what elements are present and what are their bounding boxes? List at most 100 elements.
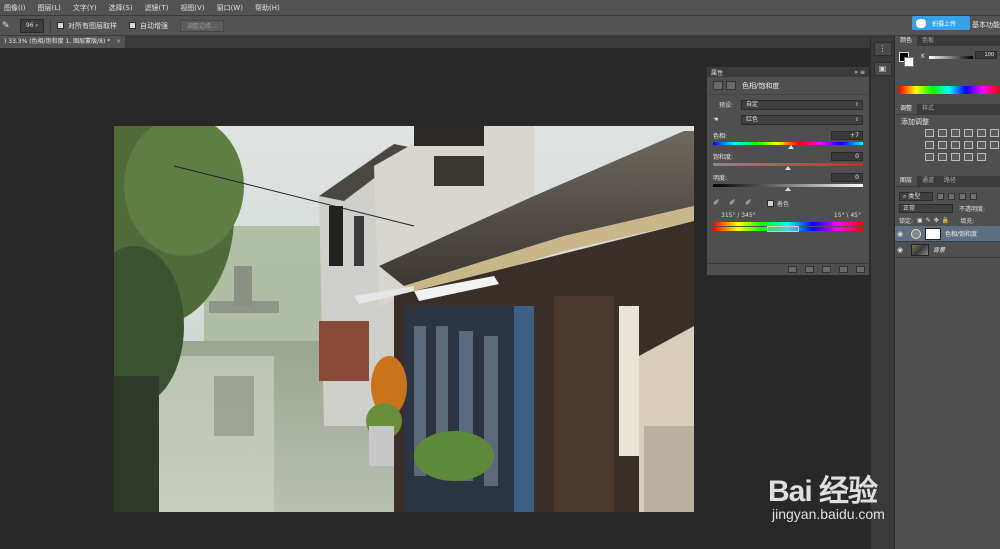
document-tab[interactable]: ) 33.3% (色相/饱和度 1, 图层蒙版/8) * ×: [0, 36, 126, 48]
eyedropper-minus-icon[interactable]: ✐: [745, 198, 755, 208]
saturation-slider[interactable]: [713, 163, 863, 170]
layer-mask-thumbnail[interactable]: [925, 227, 941, 240]
menu-image[interactable]: 图像(I): [0, 3, 32, 13]
eye-icon[interactable]: ◉: [895, 230, 905, 238]
lightness-slider[interactable]: [713, 184, 863, 191]
curves-icon[interactable]: [951, 129, 960, 137]
layer-row-background[interactable]: ◉ 背景: [895, 242, 1000, 258]
fill-label: 填充:: [960, 217, 975, 225]
color-balance-icon[interactable]: [925, 141, 934, 149]
brush-size-value: 96: [25, 22, 34, 29]
channel-select[interactable]: 红色 ⇕: [741, 114, 863, 125]
hue-slider[interactable]: [713, 142, 863, 149]
lightness-input[interactable]: 0: [831, 173, 863, 182]
tab-color[interactable]: 颜色: [895, 36, 918, 46]
filter-type-icon[interactable]: [959, 192, 966, 200]
tab-layers[interactable]: 图层: [895, 176, 918, 186]
channel-mixer-icon[interactable]: [964, 141, 973, 149]
tab-styles[interactable]: 样式: [917, 104, 939, 114]
saturation-slider-thumb[interactable]: [785, 166, 791, 170]
lock-row: 锁定: ▣✎✥🔒 填充:: [895, 214, 1000, 226]
eyedropper-icon[interactable]: ✐: [713, 198, 723, 208]
hue-input[interactable]: +7: [831, 131, 863, 140]
hue-slider-thumb[interactable]: [787, 145, 794, 149]
invert-icon[interactable]: [925, 153, 934, 161]
layer-row-hue-saturation[interactable]: ◉ 色相/饱和度: [895, 226, 1000, 242]
saturation-input[interactable]: 0: [831, 152, 863, 161]
filter-pixel-icon[interactable]: [937, 192, 944, 200]
k-slider[interactable]: [929, 56, 973, 59]
menu-type[interactable]: 文字(Y): [67, 3, 103, 13]
refine-edge-button[interactable]: 调整边缘...: [180, 19, 224, 32]
upload-button[interactable]: 拍摄上传: [912, 16, 970, 30]
tab-channels[interactable]: 通道: [917, 176, 939, 186]
blend-mode-select[interactable]: 正常: [899, 203, 953, 213]
sample-all-layers-checkbox[interactable]: [57, 22, 64, 29]
properties-tab[interactable]: 属性: [711, 68, 723, 77]
history-icon[interactable]: ⋮: [873, 42, 892, 56]
channel-value: 红色: [746, 115, 759, 123]
properties-titlebar[interactable]: 属性 » ≡: [707, 67, 869, 77]
threshold-icon[interactable]: [951, 153, 960, 161]
color-panel: K 100: [895, 46, 1000, 104]
colorize-checkbox[interactable]: [767, 199, 774, 207]
filter-adjustment-icon[interactable]: [948, 192, 955, 200]
close-icon[interactable]: ×: [116, 38, 121, 45]
hue-saturation-icon[interactable]: [990, 129, 999, 137]
brightness-icon[interactable]: [925, 129, 934, 137]
opacity-label: 不透明度:: [959, 205, 986, 213]
vibrance-icon[interactable]: [977, 129, 986, 137]
filter-shape-icon[interactable]: [970, 192, 977, 200]
auto-enhance-checkbox[interactable]: [129, 22, 136, 29]
properties-icon[interactable]: ▣: [873, 62, 892, 76]
workspace-switcher[interactable]: 基本功能: [972, 20, 1000, 30]
document-tab-title: ) 33.3% (色相/饱和度 1, 图层蒙版/8) *: [4, 38, 111, 45]
photo-filter-icon[interactable]: [951, 141, 960, 149]
selective-color-icon[interactable]: [964, 153, 973, 161]
color-lookup-icon[interactable]: [977, 141, 986, 149]
preset-select[interactable]: 自定 ⇕: [741, 99, 863, 110]
tab-paths[interactable]: 路径: [939, 176, 961, 186]
background-color-swatch[interactable]: [904, 57, 914, 67]
hand-icon[interactable]: ☚: [713, 116, 741, 123]
canal-town-photo: [114, 126, 694, 512]
range-selector[interactable]: [767, 226, 799, 232]
menu-help[interactable]: 帮助(H): [249, 3, 286, 13]
range-left-readout: 315° / 345°: [721, 212, 756, 219]
k-value-input[interactable]: 100: [975, 51, 997, 59]
lightness-slider-thumb[interactable]: [785, 187, 791, 191]
black-white-icon[interactable]: [938, 141, 947, 149]
layer-thumbnail: [911, 243, 929, 256]
menu-filter[interactable]: 滤镜(T): [139, 3, 175, 13]
posterize-icon[interactable]: [938, 153, 947, 161]
preset-label: 预设:: [719, 102, 734, 109]
eyedropper-plus-icon[interactable]: ✐: [729, 198, 739, 208]
panel-menu-icon[interactable]: » ≡: [854, 69, 865, 76]
mask-icon[interactable]: [726, 81, 736, 90]
menu-window[interactable]: 窗口(W): [211, 3, 249, 13]
layer-name: 背景: [933, 247, 946, 254]
adjustment-thumbnail: [911, 228, 921, 239]
brush-size-picker[interactable]: 96 ▾: [20, 18, 44, 33]
visibility-icon[interactable]: [839, 266, 848, 273]
tab-swatches[interactable]: 色板: [917, 36, 939, 46]
color-spectrum-ramp[interactable]: [899, 86, 999, 94]
exposure-icon[interactable]: [964, 129, 973, 137]
clip-to-layer-icon[interactable]: [788, 266, 797, 273]
brush-icon[interactable]: ✎: [2, 21, 12, 31]
trash-icon[interactable]: [856, 266, 865, 273]
view-previous-icon[interactable]: [805, 266, 814, 273]
menu-select[interactable]: 选择(S): [103, 3, 139, 13]
eye-icon[interactable]: ◉: [895, 246, 905, 254]
output-spectrum-bar[interactable]: [713, 226, 863, 232]
menu-view[interactable]: 视图(V): [174, 3, 210, 13]
menu-layer[interactable]: 图层(L): [32, 3, 67, 13]
grid-icon[interactable]: [990, 141, 999, 149]
gradient-map-icon[interactable]: [977, 153, 986, 161]
levels-icon[interactable]: [938, 129, 947, 137]
tab-adjustments[interactable]: 调整: [895, 104, 918, 114]
document-image[interactable]: [114, 126, 694, 512]
lock-icons[interactable]: ▣✎✥🔒: [917, 217, 952, 224]
layer-kind-filter[interactable]: ⌕ 类型: [899, 191, 933, 201]
reset-icon[interactable]: [822, 266, 831, 273]
